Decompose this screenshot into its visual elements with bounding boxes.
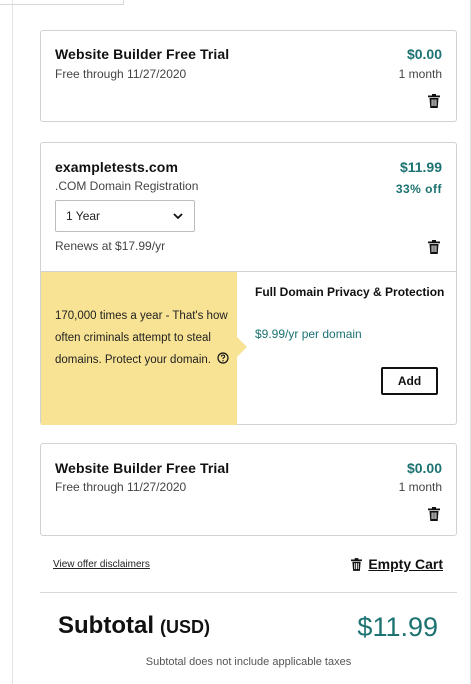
privacy-upsell: 170,000 times a year - That's how often … (41, 271, 456, 425)
item-price: $0.00 (406, 460, 442, 476)
upsell-message-panel: 170,000 times a year - That's how often … (41, 272, 237, 425)
subtotal-label: Subtotal (USD) (58, 612, 210, 640)
item-term: 1 month (398, 480, 442, 494)
renewal-price: Renews at $17.99/yr (55, 239, 166, 253)
trash-icon[interactable] (428, 240, 440, 254)
term-select-value: 1 Year (66, 209, 101, 223)
trash-icon (351, 557, 363, 571)
item-price: $11.99 (399, 159, 442, 175)
add-privacy-button[interactable]: Add (381, 367, 438, 395)
subtotal-text: Subtotal (58, 612, 154, 639)
cart-item-domain: exampletests.com .COM Domain Registratio… (40, 142, 457, 425)
summary-divider (40, 592, 457, 593)
view-offer-disclaimers-link[interactable]: View offer disclaimers (53, 559, 150, 570)
item-term: 1 month (398, 67, 442, 81)
item-title: Website Builder Free Trial (55, 460, 230, 476)
upsell-title: Full Domain Privacy & Protection (255, 285, 445, 299)
term-select[interactable]: 1 Year (55, 200, 195, 232)
item-title: exampletests.com (55, 159, 178, 175)
tax-note: Subtotal does not include applicable tax… (145, 656, 352, 668)
item-subtitle: Free through 11/27/2020 (55, 67, 187, 81)
top-edge-divider (0, 0, 124, 5)
upsell-pointer (237, 337, 247, 357)
discount-badge: 33% off (395, 182, 442, 196)
upsell-price: $9.99/yr per domain (255, 327, 362, 341)
item-subtitle: Free through 11/27/2020 (55, 480, 187, 494)
cart-item-website-builder-2: Website Builder Free Trial Free through … (40, 443, 457, 536)
chevron-down-icon (173, 213, 183, 220)
item-subtitle: .COM Domain Registration (55, 179, 199, 193)
cart-item-website-builder-1: Website Builder Free Trial Free through … (40, 30, 457, 122)
item-title: Website Builder Free Trial (55, 46, 230, 62)
upsell-message: 170,000 times a year - That's how often … (55, 310, 228, 366)
item-price: $0.00 (406, 46, 442, 62)
empty-cart-button[interactable]: Empty Cart (351, 556, 443, 572)
trash-icon[interactable] (428, 94, 440, 108)
empty-cart-label: Empty Cart (368, 556, 443, 572)
subtotal-amount: $11.99 (357, 612, 438, 642)
help-circle-icon[interactable] (217, 352, 229, 364)
currency-label: (USD) (160, 617, 210, 637)
trash-icon[interactable] (428, 507, 440, 521)
